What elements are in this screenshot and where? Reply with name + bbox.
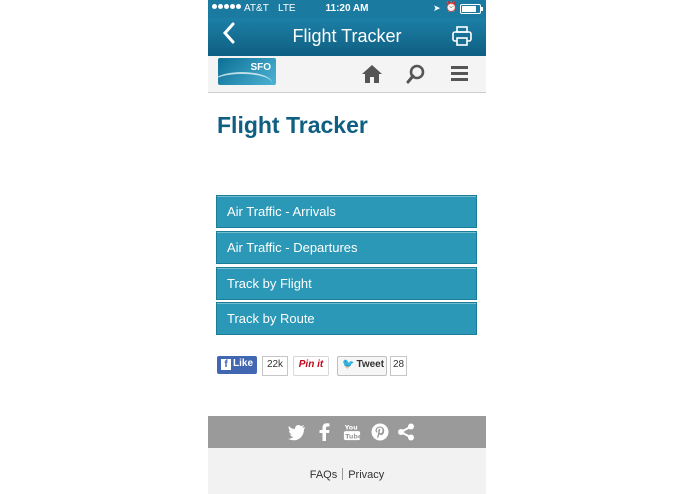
like-label: Like: [233, 358, 254, 369]
menu-icon[interactable]: [451, 66, 468, 81]
faqs-link[interactable]: FAQs: [310, 469, 338, 481]
twitter-icon[interactable]: [288, 423, 306, 441]
phone-screen: AT&T LTE 11:20 AM ➤ ⏰ Flight Tracker SFO: [208, 0, 486, 494]
pin-it-button[interactable]: Pin it: [293, 356, 329, 376]
footer-social-bar: You Tube: [208, 416, 486, 448]
location-arrow-icon: ➤: [433, 3, 441, 13]
track-by-route-button[interactable]: Track by Route: [216, 302, 477, 335]
svg-text:Tube: Tube: [345, 433, 361, 440]
page-title: Flight Tracker: [217, 112, 368, 138]
facebook-icon[interactable]: [318, 423, 330, 441]
link-divider: [342, 468, 344, 480]
tweet-button[interactable]: 🐦 Tweet: [337, 356, 387, 376]
pinterest-icon[interactable]: [371, 423, 389, 441]
logo-text: SFO: [250, 62, 271, 73]
privacy-link[interactable]: Privacy: [348, 469, 384, 481]
battery-icon: [460, 4, 483, 14]
like-count: 22k: [262, 356, 288, 376]
search-icon[interactable]: [406, 64, 426, 84]
svg-text:You: You: [344, 424, 358, 431]
site-header: SFO: [208, 56, 486, 93]
nav-title: Flight Tracker: [292, 26, 402, 46]
youtube-icon[interactable]: You Tube: [343, 423, 361, 441]
navigation-bar: Flight Tracker: [208, 18, 486, 56]
arrivals-button[interactable]: Air Traffic - Arrivals: [216, 195, 477, 228]
tweet-label: Tweet: [356, 359, 385, 370]
status-bar: AT&T LTE 11:20 AM ➤ ⏰: [208, 0, 486, 18]
twitter-bird-icon: 🐦: [342, 359, 355, 370]
alarm-icon: ⏰: [445, 2, 458, 13]
track-by-flight-button[interactable]: Track by Flight: [216, 267, 477, 300]
footer: FAQs Privacy: [208, 448, 486, 494]
share-icon[interactable]: [397, 423, 415, 441]
departures-button[interactable]: Air Traffic - Departures: [216, 231, 477, 264]
sfo-logo[interactable]: SFO: [218, 58, 276, 85]
tweet-count: 28: [390, 356, 407, 376]
home-icon[interactable]: [361, 64, 383, 84]
facebook-like-button[interactable]: f Like: [217, 356, 257, 374]
facebook-icon: f: [221, 359, 231, 370]
printer-icon[interactable]: [452, 26, 472, 46]
